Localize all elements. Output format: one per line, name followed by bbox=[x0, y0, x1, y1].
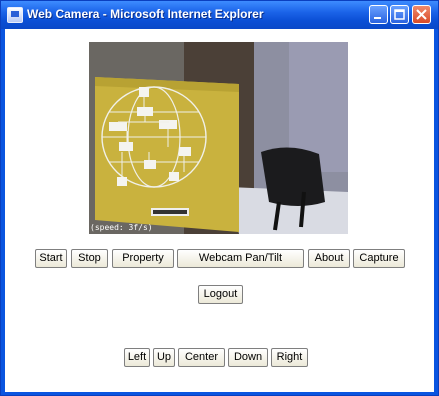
pan-right-button[interactable]: Right bbox=[271, 348, 308, 367]
tilt-up-button[interactable]: Up bbox=[153, 348, 175, 367]
property-button[interactable]: Property bbox=[112, 249, 174, 268]
tilt-down-button[interactable]: Down bbox=[228, 348, 268, 367]
webcam-video-feed: (speed: 3f/s) bbox=[89, 42, 348, 234]
capture-button[interactable]: Capture bbox=[353, 249, 405, 268]
close-icon bbox=[416, 9, 427, 20]
ie-app-icon[interactable] bbox=[7, 7, 23, 23]
stop-button[interactable]: Stop bbox=[71, 249, 108, 268]
speed-overlay-text: (speed: 3f/s) bbox=[90, 223, 153, 232]
close-button[interactable] bbox=[412, 5, 431, 24]
window-title: Web Camera - Microsoft Internet Explorer bbox=[27, 7, 264, 21]
about-button[interactable]: About bbox=[308, 249, 350, 268]
center-button[interactable]: Center bbox=[178, 348, 225, 367]
maximize-icon bbox=[394, 9, 405, 20]
start-button[interactable]: Start bbox=[35, 249, 67, 268]
logout-button[interactable]: Logout bbox=[198, 285, 243, 304]
browser-window: Web Camera - Microsoft Internet Explorer bbox=[0, 0, 439, 396]
title-bar[interactable]: Web Camera - Microsoft Internet Explorer bbox=[1, 1, 438, 29]
pan-left-button[interactable]: Left bbox=[124, 348, 150, 367]
maximize-button[interactable] bbox=[390, 5, 409, 24]
webcam-pantilt-button[interactable]: Webcam Pan/Tilt bbox=[177, 249, 304, 268]
minimize-icon bbox=[374, 17, 381, 19]
minimize-button[interactable] bbox=[369, 5, 388, 24]
page-content: (speed: 3f/s) Start Stop Property Webcam… bbox=[5, 29, 434, 392]
